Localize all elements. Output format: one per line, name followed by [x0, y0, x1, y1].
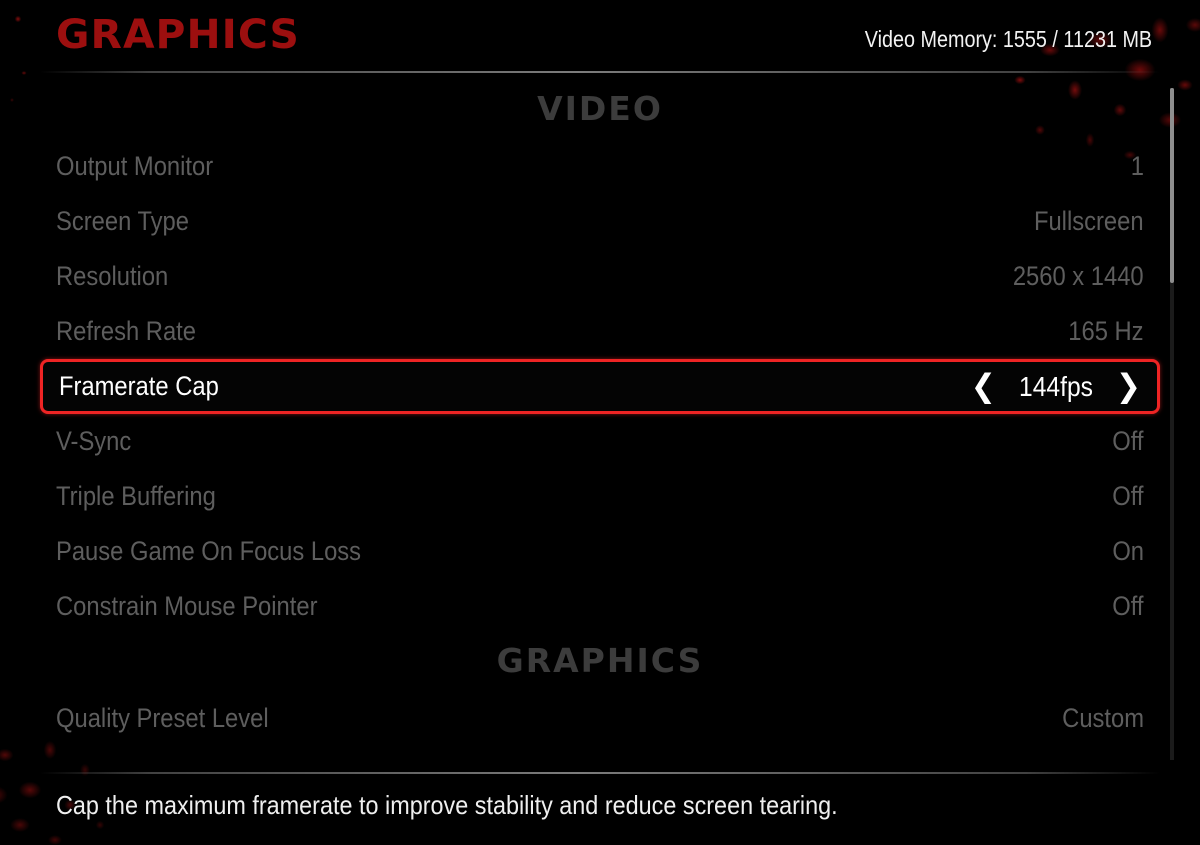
- setting-value: Custom: [1062, 703, 1144, 733]
- section-header: GRAPHICS: [496, 641, 704, 680]
- chevron-right-icon[interactable]: ❯: [1116, 370, 1141, 403]
- setting-row[interactable]: Triple Buffering Off: [40, 469, 1160, 524]
- video-memory-readout: Video Memory: 1555 / 11231 MB: [864, 26, 1152, 52]
- setting-description: Cap the maximum framerate to improve sta…: [56, 790, 838, 820]
- footer-divider: [40, 772, 1160, 774]
- scrollbar-track[interactable]: [1170, 88, 1174, 760]
- section-header: VIDEO: [537, 89, 663, 128]
- value-stepper: ❮ 144fps ❯: [971, 370, 1141, 403]
- setting-label: Screen Type: [56, 206, 189, 236]
- setting-label: Output Monitor: [56, 151, 214, 181]
- setting-row[interactable]: Quality Preset Level Custom: [40, 691, 1160, 746]
- chevron-left-icon[interactable]: ❮: [971, 370, 996, 403]
- scrollbar-thumb[interactable]: [1170, 88, 1174, 283]
- setting-row[interactable]: Screen Type Fullscreen: [40, 194, 1160, 249]
- setting-row[interactable]: Output Monitor 1: [40, 139, 1160, 194]
- setting-value: 165 Hz: [1068, 316, 1144, 346]
- setting-value: 2560 x 1440: [1013, 261, 1144, 291]
- setting-label: Refresh Rate: [56, 316, 196, 346]
- setting-row[interactable]: V-Sync Off: [40, 414, 1160, 469]
- setting-value: On: [1112, 536, 1144, 566]
- setting-value: Off: [1112, 481, 1144, 511]
- page-title: GRAPHICS: [56, 12, 300, 58]
- setting-value: Off: [1112, 591, 1144, 621]
- setting-label: Triple Buffering: [56, 481, 216, 511]
- setting-label: Constrain Mouse Pointer: [56, 591, 318, 621]
- setting-label: Resolution: [56, 261, 169, 291]
- setting-value: 144fps: [1018, 370, 1093, 402]
- setting-row[interactable]: Refresh Rate 165 Hz: [40, 304, 1160, 359]
- setting-row[interactable]: Pause Game On Focus Loss On: [40, 524, 1160, 579]
- setting-value: Off: [1112, 426, 1144, 456]
- setting-row[interactable]: Resolution 2560 x 1440: [40, 249, 1160, 304]
- setting-value: 1: [1130, 151, 1144, 181]
- setting-label: V-Sync: [56, 426, 132, 456]
- settings-list: VIDEO Output Monitor 1 Screen Type Fullscree…: [0, 82, 1200, 763]
- setting-value: Fullscreen: [1034, 206, 1144, 236]
- setting-label: Quality Preset Level: [56, 703, 269, 733]
- setting-row-selected[interactable]: Framerate Cap ❮ 144fps ❯: [40, 359, 1160, 414]
- setting-label: Framerate Cap: [59, 371, 219, 401]
- setting-label: Pause Game On Focus Loss: [56, 536, 362, 566]
- header: GRAPHICS Video Memory: 1555 / 11231 MB: [0, 0, 1200, 74]
- setting-row[interactable]: Constrain Mouse Pointer Off: [40, 579, 1160, 634]
- header-divider: [40, 71, 1160, 73]
